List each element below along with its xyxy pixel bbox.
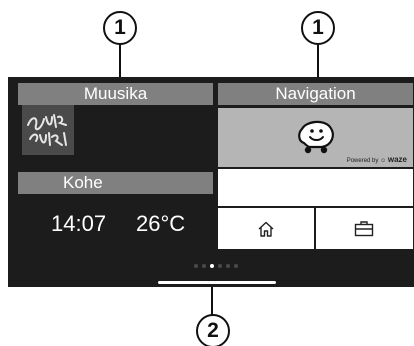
waze-powered-by: Powered by ☺ waze <box>347 155 407 164</box>
page-dot[interactable] <box>234 264 238 268</box>
page-dot[interactable] <box>194 264 198 268</box>
page-indicator <box>194 264 244 270</box>
page-dot[interactable] <box>218 264 222 268</box>
head-unit-screen: Muusika Kohe 14:07 26°C Navigation Power… <box>8 77 414 287</box>
music-widget-title: Muusika <box>18 83 213 105</box>
now-widget-title: Kohe <box>18 172 213 194</box>
waze-brand-text: waze <box>387 155 407 164</box>
work-destination-button[interactable] <box>316 208 413 249</box>
powered-by-text: Powered by <box>346 158 379 164</box>
navigation-info-area <box>218 169 413 206</box>
page-dot-active[interactable] <box>210 264 214 268</box>
illustration: 1 1 2 Muusika Kohe 14:07 26°C Navigation… <box>0 0 414 346</box>
navigation-map[interactable]: Powered by ☺ waze <box>218 108 413 167</box>
daft-punk-logo-icon <box>22 105 74 155</box>
callout-1-right: 1 <box>301 11 335 45</box>
home-indicator-bar[interactable] <box>158 281 276 284</box>
callout-2: 2 <box>196 314 230 346</box>
page-dot[interactable] <box>202 264 206 268</box>
briefcase-icon <box>354 221 374 237</box>
outside-temperature: 26°C <box>136 211 186 236</box>
navigation-widget-title: Navigation <box>218 83 413 105</box>
home-icon <box>258 221 274 237</box>
clock-time: 14:07 <box>51 211 107 236</box>
callout-1-left: 1 <box>103 11 137 45</box>
album-art[interactable] <box>22 105 74 155</box>
waze-icon <box>298 120 334 154</box>
waze-mini-icon: ☺ <box>380 158 387 164</box>
home-destination-button[interactable] <box>218 208 314 249</box>
page-dot[interactable] <box>226 264 230 268</box>
